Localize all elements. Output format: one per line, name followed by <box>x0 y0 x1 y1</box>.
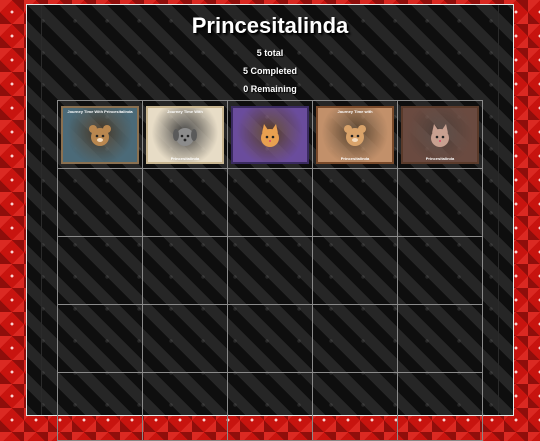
grid-cell-empty <box>142 236 228 305</box>
main-panel: Princesitalinda 5 total 5 Completed 0 Re… <box>26 4 514 441</box>
grid-cell-empty <box>397 236 483 305</box>
grid-cell-empty <box>57 372 143 441</box>
collection-grid: Journey Time With Princesitalinda Journey… <box>57 100 483 441</box>
grid-cell-empty <box>57 304 143 373</box>
grid-cell-empty <box>227 372 313 441</box>
grid-cell-empty <box>142 168 228 237</box>
grid-cell-filled[interactable]: Journey Time With Princesitalinda <box>57 100 143 169</box>
grid-cell-empty <box>57 168 143 237</box>
grid-cell-empty <box>227 304 313 373</box>
grid-cell-filled[interactable]: Journey Time with Princesitalinda <box>312 100 398 169</box>
tag-puppy-kitten[interactable]: Journey Time With Princesitalinda <box>146 105 224 164</box>
grid-row <box>57 304 483 373</box>
tile-caption-top: Journey Time With Princesitalinda <box>67 108 133 114</box>
tag-cat-flowers[interactable] <box>231 105 309 164</box>
grid-cell-filled[interactable]: Princesitalinda <box>397 100 483 169</box>
tag-bears-window[interactable]: Journey Time with Princesitalinda <box>316 105 394 164</box>
grid-cell-filled[interactable] <box>227 100 313 169</box>
tag-teddy-bear[interactable]: Journey Time With Princesitalinda <box>61 105 139 164</box>
tag-cat-family[interactable]: Princesitalinda <box>401 105 479 164</box>
grid-row <box>57 372 483 441</box>
grid-cell-empty <box>142 372 228 441</box>
grid-row <box>57 236 483 305</box>
total-count: 5 total <box>256 48 284 58</box>
tile-caption-bottom: Princesitalinda <box>425 155 455 161</box>
grid-cell-empty <box>312 168 398 237</box>
grid-cell-empty <box>312 304 398 373</box>
grid-cell-empty <box>397 304 483 373</box>
tile-caption-top: Journey Time with <box>337 108 373 114</box>
grid-cell-filled[interactable]: Journey Time With Princesitalinda <box>142 100 228 169</box>
tile-caption-bottom: Princesitalinda <box>170 155 200 161</box>
grid-cell-empty <box>312 236 398 305</box>
grid-row <box>57 168 483 237</box>
grid-cell-empty <box>57 236 143 305</box>
grid-cell-empty <box>312 372 398 441</box>
completed-count: 5 Completed <box>242 66 297 76</box>
grid-cell-empty <box>397 372 483 441</box>
grid-cell-empty <box>227 168 313 237</box>
grid-cell-empty <box>142 304 228 373</box>
remaining-count: 0 Remaining <box>243 84 297 94</box>
page-title: Princesitalinda <box>191 13 349 38</box>
tile-caption-top: Journey Time With <box>167 108 203 114</box>
grid-row: Journey Time With Princesitalinda Journey… <box>57 100 483 169</box>
grid-cell-empty <box>227 236 313 305</box>
grid-cell-empty <box>397 168 483 237</box>
tile-caption-bottom: Princesitalinda <box>340 155 370 161</box>
